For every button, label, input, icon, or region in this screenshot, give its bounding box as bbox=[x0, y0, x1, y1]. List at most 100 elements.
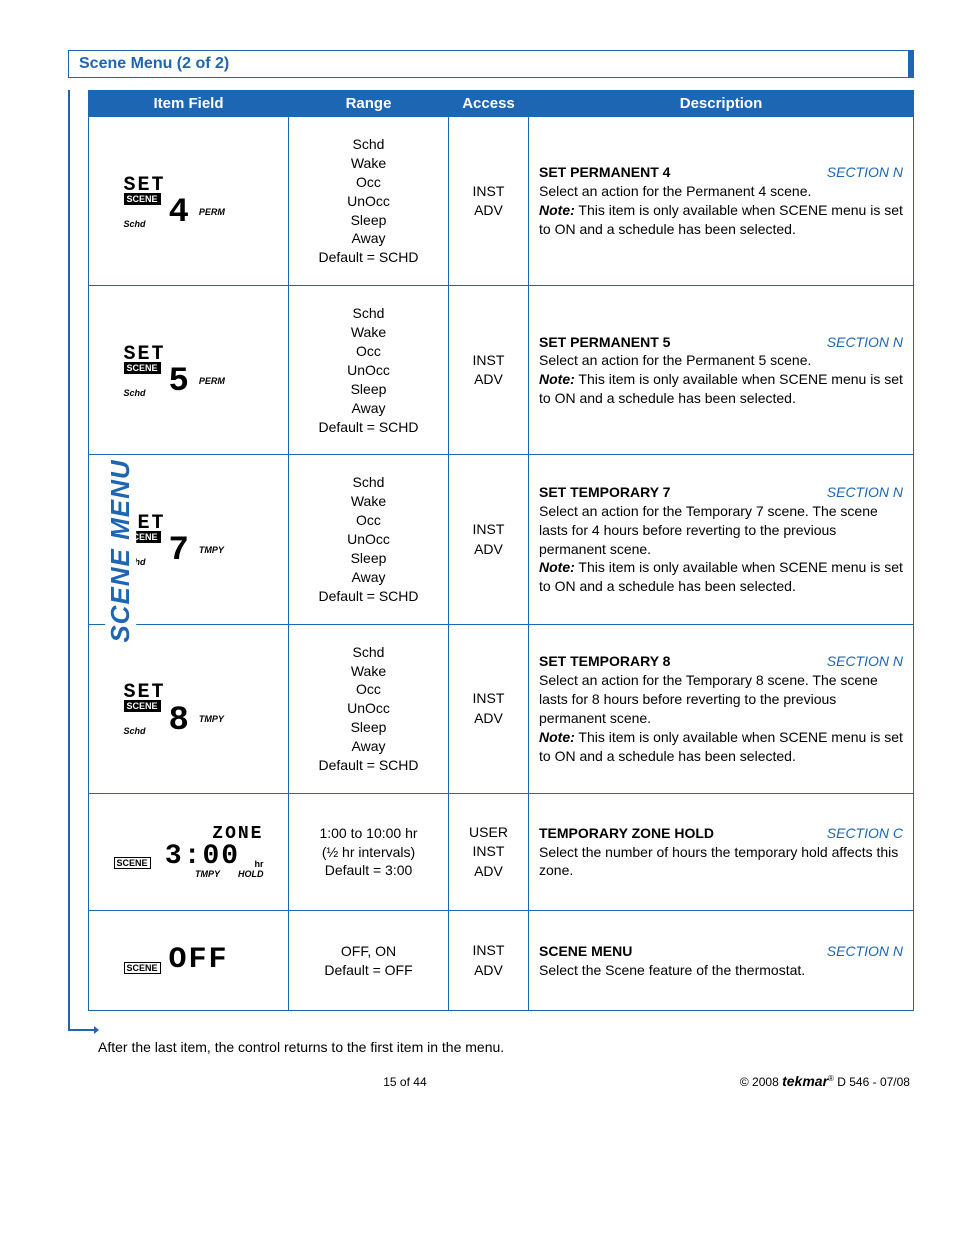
cell-range: Schd Wake Occ UnOcc Sleep Away Default =… bbox=[289, 117, 449, 286]
col-access: Access bbox=[449, 91, 529, 117]
lcd-digit: 8 bbox=[169, 706, 191, 737]
footer-right: © 2008 tekmar® D 546 - 07/08 bbox=[740, 1073, 910, 1089]
cell-description: SCENE MENU SECTION N Select the Scene fea… bbox=[529, 911, 914, 1011]
note-label: Note: bbox=[539, 202, 575, 218]
lcd-tmpy: TMPY bbox=[199, 714, 224, 724]
menu-side-label: SCENE MENU bbox=[105, 455, 136, 646]
cell-range: 1:00 to 10:00 hr (½ hr intervals) Defaul… bbox=[289, 793, 449, 910]
cell-access: INST ADV bbox=[449, 455, 529, 624]
desc-note: This item is only available when SCENE m… bbox=[539, 371, 903, 406]
desc-note: This item is only available when SCENE m… bbox=[539, 202, 903, 237]
lcd-scene-tag: SCENE bbox=[124, 193, 161, 205]
desc-section: SECTION C bbox=[827, 824, 903, 843]
menu-left-rule bbox=[68, 90, 70, 1031]
cell-item-field: SET SCENE x Schd 5 PERM x bbox=[89, 286, 289, 455]
table-row: SCENE OFF OFF, ON Default = OFF INST ADV… bbox=[89, 911, 914, 1011]
lcd-display: SCENE OFF bbox=[124, 947, 254, 974]
desc-note: This item is only available when SCENE m… bbox=[539, 559, 903, 594]
desc-note: This item is only available when SCENE m… bbox=[539, 729, 903, 764]
section-title: Scene Menu (2 of 2) bbox=[79, 55, 229, 72]
cell-range: Schd Wake Occ UnOcc Sleep Away Default =… bbox=[289, 624, 449, 793]
desc-title: SET PERMANENT 4 bbox=[539, 163, 670, 182]
note-label: Note: bbox=[539, 559, 575, 575]
lcd-tmpy: TMPY bbox=[199, 545, 224, 555]
cell-item-field: ZONE SCENE 3:00 hr TMPY HOLD bbox=[89, 793, 289, 910]
cell-description: SET PERMANENT 4 SECTION N Select an actio… bbox=[529, 117, 914, 286]
cell-access: USER INST ADV bbox=[449, 793, 529, 910]
lcd-schd: Schd bbox=[124, 219, 161, 229]
lcd-digit: 5 bbox=[169, 367, 191, 398]
desc-title: SCENE MENU bbox=[539, 942, 632, 961]
cell-range: Schd Wake Occ UnOcc Sleep Away Default =… bbox=[289, 286, 449, 455]
desc-body: Select an action for the Permanent 5 sce… bbox=[539, 351, 903, 370]
copyright: © 2008 bbox=[740, 1075, 779, 1089]
table-header-row: Item Field Range Access Description bbox=[89, 91, 914, 117]
note-label: Note: bbox=[539, 729, 575, 745]
col-description: Description bbox=[529, 91, 914, 117]
cell-range: OFF, ON Default = OFF bbox=[289, 911, 449, 1011]
lcd-scene-tag: SCENE bbox=[124, 962, 161, 974]
menu-footnote: After the last item, the control returns… bbox=[98, 1039, 914, 1055]
cell-range: Schd Wake Occ UnOcc Sleep Away Default =… bbox=[289, 455, 449, 624]
cell-description: TEMPORARY ZONE HOLD SECTION C Select the … bbox=[529, 793, 914, 910]
cell-description: SET TEMPORARY 8 SECTION N Select an actio… bbox=[529, 624, 914, 793]
doc-id: D 546 - 07/08 bbox=[834, 1075, 910, 1089]
cell-item-field: SET SCENE x Schd 4 PERM x bbox=[89, 117, 289, 286]
menu-arrow-icon bbox=[94, 1026, 99, 1034]
cell-access: INST ADV bbox=[449, 286, 529, 455]
table-row: SET SCENE x Schd 8 TMPY x bbox=[89, 624, 914, 793]
lcd-scene-tag: SCENE bbox=[114, 857, 151, 869]
lcd-zone-value: 3:00 bbox=[165, 844, 240, 869]
lcd-digit: 7 bbox=[169, 536, 191, 567]
desc-body: Select an action for the Temporary 8 sce… bbox=[539, 671, 903, 728]
lcd-scene-tag: SCENE bbox=[124, 362, 161, 374]
cell-item-field: SCENE OFF bbox=[89, 911, 289, 1011]
table-row: ZONE SCENE 3:00 hr TMPY HOLD bbox=[89, 793, 914, 910]
table-row: SET SCENE x Schd 5 PERM x bbox=[89, 286, 914, 455]
lcd-display: SET SCENE x Schd 8 TMPY x bbox=[124, 681, 254, 736]
lcd-display: SET SCENE x Schd 7 TMPY x bbox=[124, 512, 254, 567]
cell-description: SET TEMPORARY 7 SECTION N Select an actio… bbox=[529, 455, 914, 624]
desc-body: Select an action for the Temporary 7 sce… bbox=[539, 502, 903, 559]
desc-section: SECTION N bbox=[827, 333, 903, 352]
lcd-hold: HOLD bbox=[238, 869, 264, 879]
lcd-tmpy: TMPY bbox=[195, 869, 220, 879]
lcd-display: SET SCENE x Schd 4 PERM x bbox=[124, 174, 254, 229]
cell-description: SET PERMANENT 5 SECTION N Select an actio… bbox=[529, 286, 914, 455]
lcd-display: SET SCENE x Schd 5 PERM x bbox=[124, 343, 254, 398]
lcd-hr: hr bbox=[254, 859, 263, 869]
lcd-schd: Schd bbox=[124, 388, 161, 398]
lcd-schd: Schd bbox=[124, 726, 161, 736]
desc-title: TEMPORARY ZONE HOLD bbox=[539, 824, 714, 843]
scene-menu-table: Item Field Range Access Description SET … bbox=[88, 90, 914, 1011]
brand-logo: tekmar bbox=[782, 1073, 828, 1089]
lcd-display: ZONE SCENE 3:00 hr TMPY HOLD bbox=[114, 824, 264, 879]
page-footer: 15 of 44 © 2008 tekmar® D 546 - 07/08 bbox=[40, 1073, 914, 1089]
lcd-off: OFF bbox=[169, 947, 229, 974]
desc-section: SECTION N bbox=[827, 652, 903, 671]
note-label: Note: bbox=[539, 371, 575, 387]
col-range: Range bbox=[289, 91, 449, 117]
lcd-perm: PERM bbox=[199, 376, 225, 386]
desc-title: SET PERMANENT 5 bbox=[539, 333, 670, 352]
table-row: SET SCENE x Schd 4 PERM x bbox=[89, 117, 914, 286]
cell-access: INST ADV bbox=[449, 117, 529, 286]
col-item-field: Item Field bbox=[89, 91, 289, 117]
desc-section: SECTION N bbox=[827, 483, 903, 502]
desc-body: Select the Scene feature of the thermost… bbox=[539, 961, 903, 980]
desc-title: SET TEMPORARY 7 bbox=[539, 483, 670, 502]
lcd-perm: PERM bbox=[199, 207, 225, 217]
table-row: SET SCENE x Schd 7 TMPY x bbox=[89, 455, 914, 624]
lcd-digit: 4 bbox=[169, 198, 191, 229]
lcd-scene-tag: SCENE bbox=[124, 700, 161, 712]
section-title-bar: Scene Menu (2 of 2) bbox=[68, 50, 914, 78]
page-number: 15 of 44 bbox=[383, 1075, 426, 1089]
cell-item-field: SET SCENE x Schd 8 TMPY x bbox=[89, 624, 289, 793]
desc-section: SECTION N bbox=[827, 163, 903, 182]
desc-section: SECTION N bbox=[827, 942, 903, 961]
desc-title: SET TEMPORARY 8 bbox=[539, 652, 670, 671]
desc-body: Select an action for the Permanent 4 sce… bbox=[539, 182, 903, 201]
cell-access: INST ADV bbox=[449, 624, 529, 793]
desc-body: Select the number of hours the temporary… bbox=[539, 843, 903, 881]
cell-access: INST ADV bbox=[449, 911, 529, 1011]
